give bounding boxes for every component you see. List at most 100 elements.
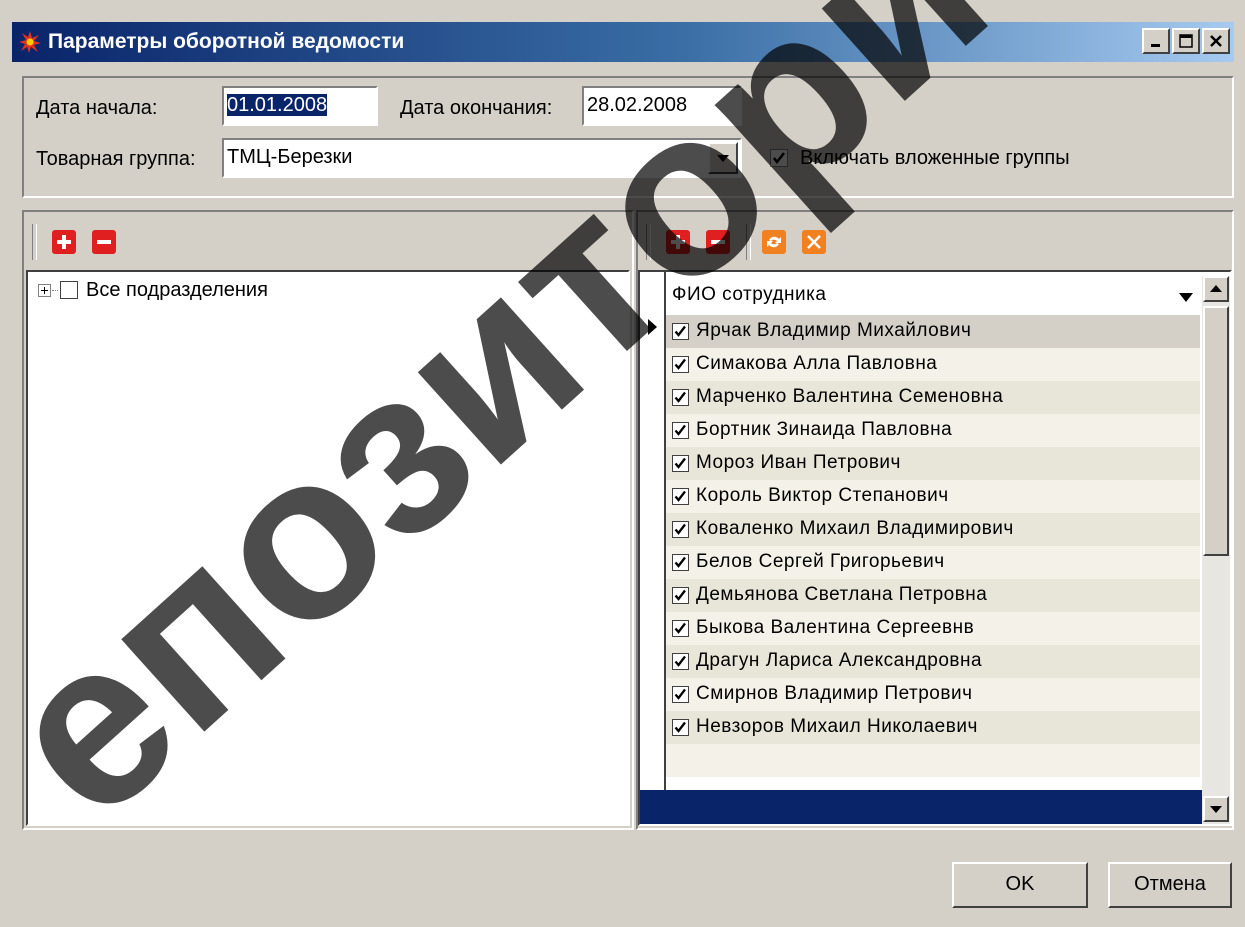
department-root-label[interactable]: Все подразделения — [86, 279, 268, 302]
checkmark-icon — [674, 358, 686, 370]
employee-name: Симакова Алла Павловна — [696, 353, 938, 374]
employee-checkbox[interactable] — [672, 323, 689, 340]
product-group-dropdown-button[interactable] — [708, 142, 738, 174]
checkmark-icon — [773, 152, 785, 165]
include-nested-label: Включать вложенные группы — [800, 147, 1070, 169]
employee-name: Белов Сергей Григорьевич — [696, 551, 945, 572]
include-nested-checkbox[interactable] — [770, 149, 788, 167]
product-group-select[interactable]: ТМЦ-Березки — [222, 138, 742, 178]
scroll-down-button[interactable] — [1203, 796, 1229, 822]
ok-button[interactable]: OK — [952, 862, 1088, 908]
employee-name: Марченко Валентина Семеновна — [696, 386, 1004, 407]
window-title: Параметры оборотной ведомости — [48, 30, 405, 53]
plus-icon — [671, 235, 685, 249]
table-row[interactable]: Невзоров Михаил Николаевич — [666, 711, 1200, 744]
remove-department-button[interactable] — [92, 230, 116, 254]
employee-name: Бортник Зинаида Павловна — [696, 419, 953, 440]
employee-checkbox[interactable] — [672, 422, 689, 439]
employee-name: Быкова Валентина Сергеевнв — [696, 617, 975, 638]
employee-checkbox[interactable] — [672, 719, 689, 736]
app-icon — [18, 30, 42, 54]
employee-name: Невзоров Михаил Николаевич — [696, 716, 978, 737]
start-date-input[interactable]: 01.01.2008 — [222, 86, 378, 126]
table-row[interactable]: Драгун Лариса Александровна — [666, 645, 1200, 678]
end-date-label: Дата окончания: — [400, 97, 553, 119]
toolbar-separator — [746, 224, 751, 260]
table-row[interactable]: Симакова Алла Павловна — [666, 348, 1200, 381]
table-row[interactable]: Ярчак Владимир Михайлович — [666, 315, 1200, 348]
scroll-thumb[interactable] — [1203, 306, 1229, 556]
refresh-button[interactable] — [762, 230, 786, 254]
employee-checkbox[interactable] — [672, 554, 689, 571]
empty-row — [666, 744, 1200, 777]
refresh-icon — [767, 236, 781, 248]
checkmark-icon — [674, 556, 686, 568]
table-row[interactable]: Бортник Зинаида Павловна — [666, 414, 1200, 447]
arrow-up-icon — [1210, 285, 1222, 292]
employee-checkbox[interactable] — [672, 620, 689, 637]
add-employee-button[interactable] — [666, 230, 690, 254]
plus-icon — [57, 235, 71, 249]
tree-expand-icon[interactable] — [38, 284, 51, 297]
row-indicator-column — [640, 272, 666, 790]
checkmark-icon — [674, 721, 686, 733]
employee-name: Драгун Лариса Александровна — [696, 650, 983, 671]
arrow-down-icon — [1210, 806, 1222, 813]
sort-down-icon[interactable] — [1178, 292, 1194, 304]
checkmark-icon — [674, 688, 686, 700]
employee-checkbox[interactable] — [672, 356, 689, 373]
departments-tree[interactable]: Все подразделения — [26, 270, 630, 826]
grid-footer-bar — [640, 790, 1202, 824]
checkmark-icon — [674, 622, 686, 634]
employee-name: Смирнов Владимир Петрович — [696, 683, 973, 704]
chevron-down-icon — [717, 155, 729, 162]
minimize-button[interactable] — [1142, 28, 1170, 54]
column-header-label: ФИО сотрудника — [672, 284, 827, 305]
dialog-window: Параметры оборотной ведомости Дата начал… — [0, 0, 1245, 927]
add-department-button[interactable] — [52, 230, 76, 254]
checkmark-icon — [674, 457, 686, 469]
cancel-button[interactable]: Отмена — [1108, 862, 1232, 908]
table-row[interactable]: Быкова Валентина Сергеевнв — [666, 612, 1200, 645]
employee-checkbox[interactable] — [672, 686, 689, 703]
table-row[interactable]: Коваленко Михаил Владимирович — [666, 513, 1200, 546]
remove-employee-button[interactable] — [706, 230, 730, 254]
minus-icon — [711, 240, 725, 244]
employee-name: Мороз Иван Петрович — [696, 452, 901, 473]
department-root-checkbox[interactable] — [60, 281, 78, 299]
checkmark-icon — [674, 589, 686, 601]
employee-name: Демьянова Светлана Петровна — [696, 584, 988, 605]
employee-checkbox[interactable] — [672, 389, 689, 406]
employees-grid[interactable]: ФИО сотрудника Ярчак Владимир Михайлович… — [638, 270, 1232, 826]
table-row[interactable]: Белов Сергей Григорьевич — [666, 546, 1200, 579]
title-bar[interactable]: Параметры оборотной ведомости — [12, 22, 1234, 62]
vertical-scrollbar[interactable] — [1202, 276, 1230, 824]
employee-name: Король Виктор Степанович — [696, 485, 949, 506]
maximize-button[interactable] — [1172, 28, 1200, 54]
table-row[interactable]: Смирнов Владимир Петрович — [666, 678, 1200, 711]
employee-checkbox[interactable] — [672, 488, 689, 505]
employee-checkbox[interactable] — [672, 455, 689, 472]
employee-name: Коваленко Михаил Владимирович — [696, 518, 1014, 539]
start-date-label: Дата начала: — [36, 97, 158, 119]
employee-checkbox[interactable] — [672, 521, 689, 538]
toolbar-grip — [646, 224, 651, 260]
table-row[interactable]: Демьянова Светлана Петровна — [666, 579, 1200, 612]
end-date-input[interactable]: 28.02.2008 — [582, 86, 742, 126]
employee-name: Ярчак Владимир Михайлович — [696, 320, 972, 341]
close-button[interactable] — [1202, 28, 1230, 54]
close-icon — [1210, 35, 1222, 47]
table-row[interactable]: Король Виктор Степанович — [666, 480, 1200, 513]
close-icon — [807, 235, 821, 249]
clear-button[interactable] — [802, 230, 826, 254]
employee-checkbox[interactable] — [672, 587, 689, 604]
maximize-icon — [1179, 34, 1193, 48]
checkmark-icon — [674, 490, 686, 502]
table-row[interactable]: Мороз Иван Петрович — [666, 447, 1200, 480]
scroll-up-button[interactable] — [1203, 276, 1229, 302]
column-header[interactable]: ФИО сотрудника — [666, 280, 1200, 312]
employee-checkbox[interactable] — [672, 653, 689, 670]
checkmark-icon — [674, 424, 686, 436]
table-row[interactable]: Марченко Валентина Семеновна — [666, 381, 1200, 414]
minimize-icon — [1151, 44, 1160, 47]
